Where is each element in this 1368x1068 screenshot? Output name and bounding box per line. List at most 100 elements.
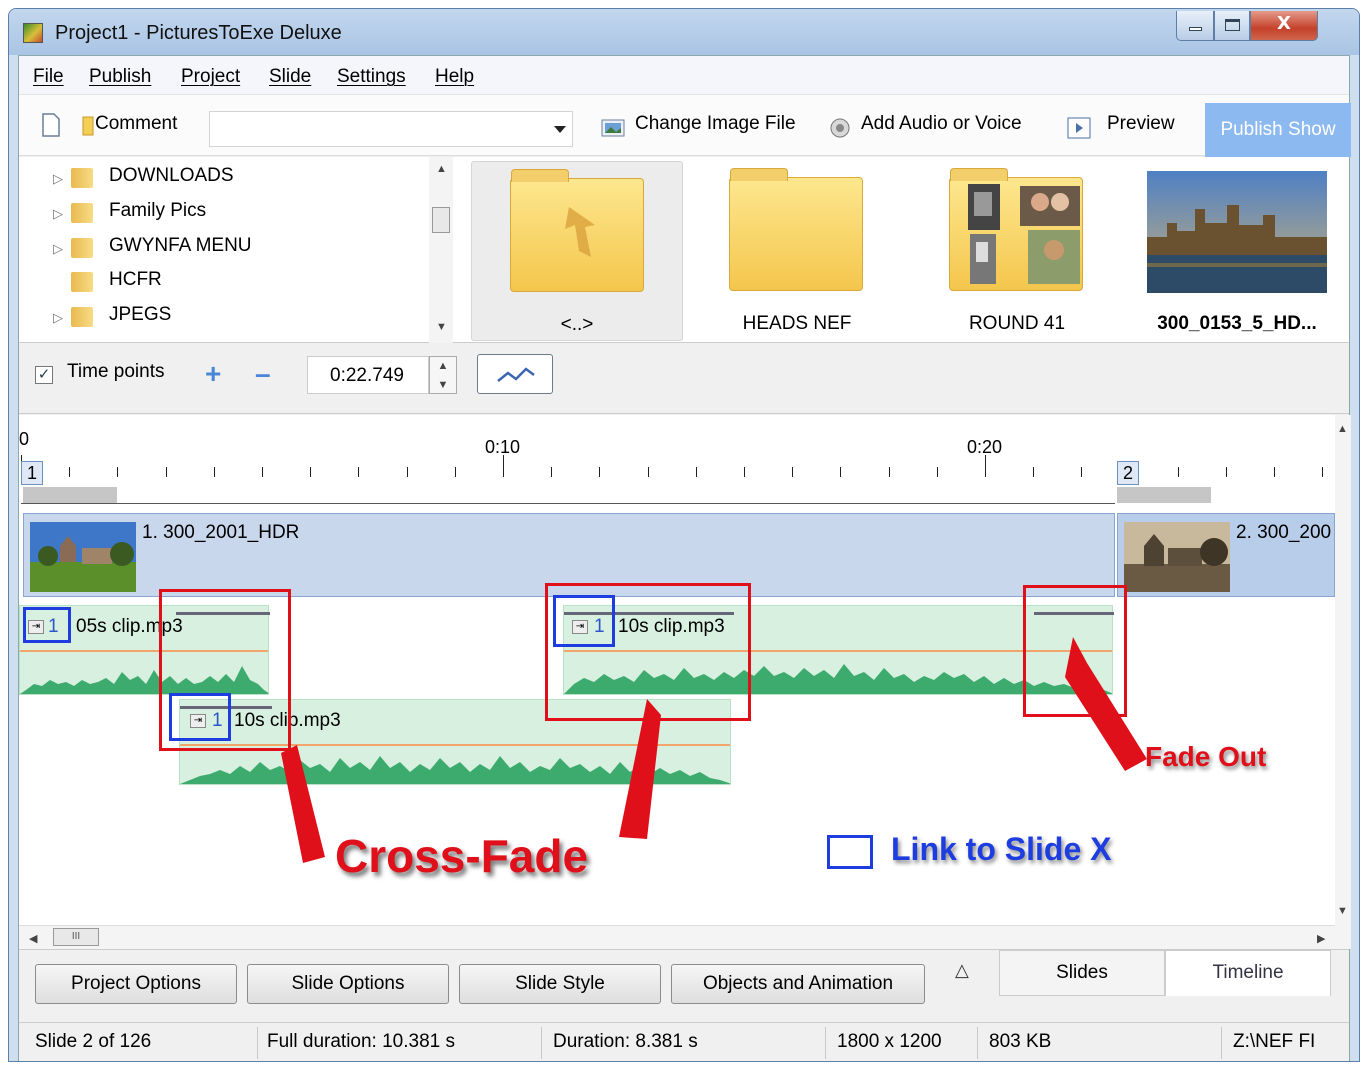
chevron-down-icon[interactable] bbox=[554, 126, 566, 133]
collapse-triangle-icon[interactable]: △ bbox=[955, 960, 969, 981]
folder-icon bbox=[729, 168, 863, 291]
tree-item-label: DOWNLOADS bbox=[109, 165, 234, 186]
thumbnail-hdr-photo[interactable]: 300_0153_5_HD... bbox=[1131, 161, 1343, 341]
status-dimensions: 1800 x 1200 bbox=[837, 1031, 942, 1052]
timeline-vertical-scrollbar[interactable]: ▲ ▼ bbox=[1335, 415, 1351, 949]
toolbar: Comment Change Image File Add Audio or V… bbox=[19, 94, 1351, 157]
new-document-icon[interactable] bbox=[41, 113, 61, 137]
window-title: Project1 - PicturesToExe Deluxe bbox=[55, 22, 342, 44]
change-image-button[interactable]: Change Image File bbox=[635, 113, 796, 135]
expand-icon[interactable]: ▷ bbox=[53, 241, 63, 257]
status-bar: Slide 2 of 126 Full duration: 10.381 s D… bbox=[19, 1022, 1349, 1061]
timeline-horizontal-scrollbar[interactable]: ◀ III ▶ bbox=[19, 925, 1335, 949]
tree-scrollbar[interactable]: ▲ ▼ bbox=[429, 157, 453, 343]
tab-slides[interactable]: Slides bbox=[999, 950, 1165, 996]
menu-publish[interactable]: Publish bbox=[89, 66, 151, 88]
divider bbox=[257, 1027, 258, 1059]
comment-icon bbox=[82, 116, 94, 136]
folder-icon bbox=[71, 307, 93, 327]
speaker-icon bbox=[830, 118, 850, 138]
maximize-icon bbox=[1225, 19, 1240, 31]
preview-button[interactable]: Preview bbox=[1107, 113, 1175, 135]
stepper-down-icon[interactable]: ▼ bbox=[430, 376, 456, 395]
expand-icon[interactable]: ▷ bbox=[53, 206, 63, 222]
folder-tree: ▷ DOWNLOADS ▷ Family Pics ▷ GWYNFA MENU HCF… bbox=[19, 157, 453, 343]
folder-icon bbox=[71, 238, 93, 258]
time-field[interactable]: 0:22.749 bbox=[307, 356, 429, 394]
scroll-up-icon[interactable]: ▲ bbox=[1337, 423, 1348, 435]
link-to-slide-label: Link to Slide X bbox=[891, 831, 1112, 867]
change-image-icon bbox=[601, 119, 625, 137]
divider bbox=[1221, 1027, 1222, 1059]
folder-icon bbox=[510, 169, 644, 292]
scroll-right-icon[interactable]: ▶ bbox=[1317, 932, 1325, 945]
file-browser: ▷ DOWNLOADS ▷ Family Pics ▷ GWYNFA MENU HCF… bbox=[19, 157, 1349, 343]
scroll-left-icon[interactable]: ◀ bbox=[29, 932, 37, 945]
divider bbox=[977, 1027, 978, 1059]
envelope-toggle-button[interactable] bbox=[477, 354, 553, 394]
remove-timepoint-icon[interactable]: – bbox=[255, 358, 271, 390]
close-icon: X bbox=[1277, 13, 1291, 34]
timeline-panel[interactable]: 0 0:10 0:20 1 2 1. 300_2001_HDR 2. 300_2… bbox=[19, 415, 1335, 925]
scroll-down-icon[interactable]: ▼ bbox=[436, 321, 447, 333]
divider bbox=[541, 1027, 542, 1059]
add-timepoint-icon[interactable]: + bbox=[205, 358, 221, 390]
scroll-thumb[interactable]: III bbox=[53, 928, 99, 946]
menu-file[interactable]: File bbox=[33, 66, 64, 88]
menu-slide[interactable]: Slide bbox=[269, 66, 311, 88]
maximize-button[interactable] bbox=[1214, 11, 1250, 41]
client-area: File Publish Project Slide Settings Help… bbox=[18, 55, 1351, 1061]
folder-icon bbox=[71, 203, 93, 223]
comment-label: Comment bbox=[95, 113, 178, 134]
fade-out-label: Fade Out bbox=[1145, 741, 1267, 772]
tab-timeline[interactable]: Timeline bbox=[1165, 950, 1331, 996]
menu-bar: File Publish Project Slide Settings Help bbox=[19, 56, 1349, 94]
thumbnail-parent-folder[interactable]: <..> bbox=[471, 161, 683, 341]
time-stepper[interactable]: ▲ ▼ bbox=[429, 356, 457, 394]
divider bbox=[825, 1027, 826, 1059]
menu-project[interactable]: Project bbox=[181, 66, 240, 88]
minimize-icon bbox=[1189, 27, 1202, 31]
thumbnail-caption: HEADS NEF bbox=[742, 313, 852, 334]
expand-icon[interactable]: ▷ bbox=[53, 310, 63, 326]
bottom-button-bar: Project Options Slide Options Slide Styl… bbox=[19, 949, 1349, 1021]
cross-fade-label: Cross-Fade bbox=[335, 830, 589, 882]
publish-show-button[interactable]: Publish Show bbox=[1205, 103, 1351, 157]
preview-icon bbox=[1067, 117, 1091, 139]
slide-options-button[interactable]: Slide Options bbox=[247, 964, 449, 1004]
scroll-thumb[interactable] bbox=[432, 207, 450, 233]
status-path: Z:\NEF FI bbox=[1233, 1031, 1316, 1052]
castle-photo bbox=[1147, 171, 1327, 293]
envelope-graph-icon bbox=[497, 367, 535, 382]
menu-help[interactable]: Help bbox=[435, 66, 474, 88]
timepoints-label: Time points bbox=[67, 361, 165, 382]
link-legend-box bbox=[827, 835, 873, 869]
timepoints-toolbar: ✓ Time points + – 0:22.749 ▲ ▼ bbox=[19, 344, 1349, 414]
tree-item-label: JPEGS bbox=[109, 304, 172, 325]
tree-item-label: GWYNFA MENU bbox=[109, 235, 252, 256]
status-slide: Slide 2 of 126 bbox=[35, 1031, 152, 1052]
scroll-down-icon[interactable]: ▼ bbox=[1337, 905, 1348, 917]
stepper-up-icon[interactable]: ▲ bbox=[430, 357, 456, 376]
folder-icon bbox=[949, 168, 1083, 291]
thumbnail-round-41[interactable]: ROUND 41 bbox=[911, 161, 1123, 341]
close-button[interactable]: X bbox=[1250, 11, 1318, 41]
comment-combobox[interactable] bbox=[209, 111, 573, 147]
tree-item-label: Family Pics bbox=[109, 200, 207, 221]
timepoints-checkbox[interactable]: ✓ bbox=[35, 366, 53, 384]
app-icon bbox=[23, 23, 43, 43]
menu-settings[interactable]: Settings bbox=[337, 66, 406, 88]
status-file-size: 803 KB bbox=[989, 1031, 1052, 1052]
app-window: Project1 - PicturesToExe Deluxe X File P… bbox=[8, 8, 1360, 1062]
objects-animation-button[interactable]: Objects and Animation bbox=[671, 964, 925, 1004]
scroll-up-icon[interactable]: ▲ bbox=[436, 163, 447, 175]
expand-icon[interactable]: ▷ bbox=[53, 171, 63, 187]
thumbnail-heads-nef[interactable]: HEADS NEF bbox=[691, 161, 903, 341]
annotation-arrows bbox=[281, 637, 1147, 863]
project-options-button[interactable]: Project Options bbox=[35, 964, 237, 1004]
minimize-button[interactable] bbox=[1176, 11, 1214, 41]
title-bar: Project1 - PicturesToExe Deluxe X bbox=[9, 9, 1359, 55]
up-arrow-icon bbox=[565, 207, 595, 257]
add-audio-button[interactable]: Add Audio or Voice bbox=[861, 113, 1022, 135]
slide-style-button[interactable]: Slide Style bbox=[459, 964, 661, 1004]
